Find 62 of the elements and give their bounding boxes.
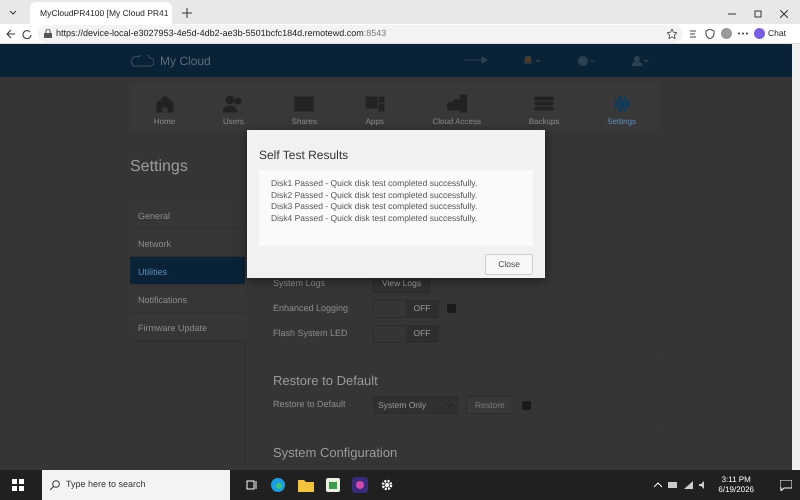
close-button[interactable]: Close bbox=[485, 254, 533, 275]
back-arrow-icon[interactable] bbox=[6, 28, 16, 38]
toggle-state: OFF bbox=[406, 326, 438, 342]
media-app-icon[interactable] bbox=[352, 477, 368, 493]
scrollbar[interactable] bbox=[792, 44, 800, 470]
taskbar-search-field[interactable]: Type here to search bbox=[42, 470, 230, 500]
restore-icon[interactable] bbox=[754, 10, 762, 18]
nav-tab[interactable]: Settings bbox=[607, 94, 636, 128]
browser-app-icon[interactable] bbox=[270, 477, 286, 493]
lock-icon bbox=[44, 29, 52, 38]
sidebar-item[interactable]: General bbox=[130, 201, 245, 229]
notification-icon[interactable] bbox=[780, 480, 792, 490]
gear-icon bbox=[612, 94, 632, 114]
search-icon bbox=[50, 480, 60, 490]
field-label: Enhanced Logging bbox=[273, 302, 350, 315]
more-icon[interactable] bbox=[738, 32, 748, 35]
chat-label[interactable]: Chat bbox=[768, 27, 786, 40]
calendar-app-icon[interactable] bbox=[326, 478, 340, 492]
section-heading: Restore to Default bbox=[273, 358, 658, 390]
profile-avatar-icon[interactable] bbox=[721, 28, 732, 39]
new-tab-icon[interactable] bbox=[182, 8, 192, 18]
favorites-icon[interactable] bbox=[689, 28, 699, 38]
field-label: Restore to Default bbox=[273, 398, 347, 412]
toggle-state: OFF bbox=[406, 300, 438, 316]
battery-icon[interactable] bbox=[668, 482, 678, 488]
nav-tab[interactable]: Backups bbox=[528, 94, 560, 128]
toggle-switch[interactable]: OFF bbox=[373, 300, 439, 318]
nav-tab[interactable]: Users bbox=[222, 94, 244, 128]
refresh-icon[interactable] bbox=[22, 28, 32, 38]
star-icon[interactable] bbox=[667, 28, 677, 38]
result-line: Disk4 Passed - Quick disk test completed successfully. bbox=[271, 212, 478, 224]
brand-name: My Cloud bbox=[160, 52, 211, 70]
clock-time[interactable]: 3:11 PM bbox=[718, 475, 754, 485]
nav-tab[interactable]: Cloud Access bbox=[432, 94, 481, 128]
dialog-title: Self Test Results bbox=[259, 147, 350, 164]
toggle-switch[interactable]: OFF bbox=[373, 324, 439, 342]
nav-tab[interactable]: Shares bbox=[292, 94, 317, 128]
sidebar-item[interactable]: Utilities bbox=[130, 257, 245, 285]
close-icon[interactable] bbox=[780, 10, 788, 18]
address-bar[interactable]: https://device-local-e3027953-4e5d-4db2-ae3b-5501bcfc184d.remotewd.com:8543 bbox=[38, 24, 683, 42]
folder-app-icon[interactable] bbox=[298, 478, 314, 492]
result-line: Disk3 Passed - Quick disk test completed successfully. bbox=[271, 201, 478, 212]
gear-icon[interactable] bbox=[380, 478, 394, 492]
chevron-up-icon[interactable] bbox=[654, 482, 662, 488]
nav-tab[interactable]: Apps bbox=[364, 94, 385, 128]
field-label: System Logs bbox=[273, 276, 326, 290]
copilot-icon[interactable] bbox=[754, 28, 765, 39]
sidebar-item[interactable]: Firmware Update bbox=[130, 313, 245, 341]
result-line: Disk2 Passed - Quick disk test completed successfully. bbox=[271, 190, 478, 201]
clock-date[interactable]: 6/19/2026 bbox=[718, 485, 754, 495]
sidebar-item[interactable]: Network bbox=[130, 229, 245, 257]
section-heading: System Configuration bbox=[273, 430, 658, 462]
sidebar-item[interactable]: Notifications bbox=[130, 285, 245, 313]
field-label: Flash System LED bbox=[273, 326, 349, 340]
shield-icon[interactable] bbox=[705, 28, 715, 38]
windows-start-icon[interactable] bbox=[12, 479, 24, 491]
browser-tab[interactable]: MyCloudPR4100 [My Cloud PR41 bbox=[30, 2, 172, 24]
restore-select[interactable]: System Only bbox=[373, 396, 458, 414]
nav-tab[interactable]: Home bbox=[154, 94, 176, 128]
cloud-logo-icon bbox=[130, 54, 154, 66]
result-line: Disk1 Passed - Quick disk test completed successfully. bbox=[271, 178, 478, 190]
task-view-icon[interactable] bbox=[246, 480, 258, 490]
